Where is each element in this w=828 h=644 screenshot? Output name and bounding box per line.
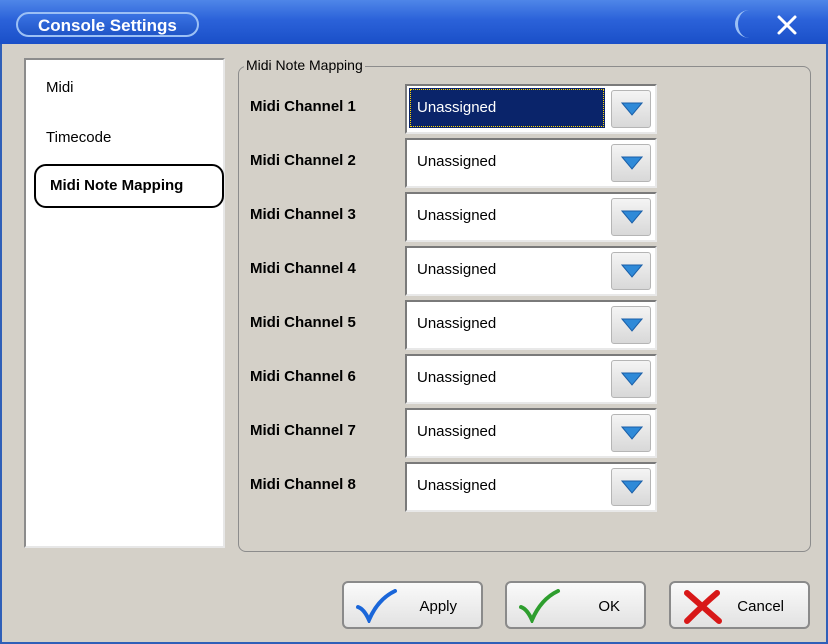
dropdown-button[interactable] [611, 468, 651, 506]
dropdown-value: Unassigned [417, 477, 497, 494]
sidebar-item-midi-note-mapping[interactable]: Midi Note Mapping [34, 164, 224, 208]
chevron-down-icon [621, 426, 643, 440]
dropdown-value: Unassigned [417, 423, 497, 440]
dropdown-button[interactable] [611, 306, 651, 344]
channel-label: Midi Channel 1 [250, 98, 356, 115]
title-bar: Console Settings [0, 0, 828, 44]
channel-2-dropdown[interactable]: Unassigned [405, 138, 657, 188]
channel-3-dropdown[interactable]: Unassigned [405, 192, 657, 242]
dropdown-button[interactable] [611, 360, 651, 398]
channel-label: Midi Channel 7 [250, 422, 356, 439]
channel-5-dropdown[interactable]: Unassigned [405, 300, 657, 350]
dropdown-value: Unassigned [417, 261, 497, 278]
ok-label: OK [598, 598, 620, 615]
chevron-down-icon [621, 318, 643, 332]
dropdown-button[interactable] [611, 90, 651, 128]
dropdown-button[interactable] [611, 414, 651, 452]
close-icon [777, 15, 797, 35]
apply-label: Apply [419, 598, 457, 615]
dropdown-value: Unassigned [417, 369, 497, 386]
checkmark-icon [356, 589, 397, 623]
chevron-down-icon [621, 210, 643, 224]
dropdown-button[interactable] [611, 252, 651, 290]
channel-label: Midi Channel 6 [250, 368, 356, 385]
channel-7-dropdown[interactable]: Unassigned [405, 408, 657, 458]
sidebar-item-timecode[interactable]: Timecode [34, 116, 224, 160]
cancel-button[interactable]: Cancel [669, 581, 810, 629]
channel-1-dropdown[interactable]: Unassigned [405, 84, 657, 134]
chevron-down-icon [621, 372, 643, 386]
console-settings-window: Console Settings Midi Timecode Midi Note… [0, 0, 828, 644]
dropdown-button[interactable] [611, 198, 651, 236]
window-title: Console Settings [16, 12, 199, 37]
apply-button[interactable]: Apply [342, 581, 483, 629]
dropdown-button[interactable] [611, 144, 651, 182]
channel-label: Midi Channel 4 [250, 260, 356, 277]
channel-8-dropdown[interactable]: Unassigned [405, 462, 657, 512]
dropdown-value: Unassigned [417, 315, 497, 332]
channel-label: Midi Channel 3 [250, 206, 356, 223]
chevron-down-icon [621, 480, 643, 494]
channel-4-dropdown[interactable]: Unassigned [405, 246, 657, 296]
sidebar-item-midi[interactable]: Midi [34, 66, 224, 110]
dropdown-value: Unassigned [417, 153, 497, 170]
x-icon [684, 590, 722, 624]
chevron-down-icon [621, 102, 643, 116]
channel-label: Midi Channel 5 [250, 314, 356, 331]
dropdown-value: Unassigned [417, 99, 497, 116]
channel-label: Midi Channel 8 [250, 476, 356, 493]
ok-button[interactable]: OK [505, 581, 646, 629]
channel-label: Midi Channel 2 [250, 152, 356, 169]
channel-6-dropdown[interactable]: Unassigned [405, 354, 657, 404]
chevron-down-icon [621, 156, 643, 170]
close-button[interactable] [735, 10, 818, 38]
sidebar: Midi Timecode Midi Note Mapping [24, 58, 225, 548]
dropdown-value: Unassigned [417, 207, 497, 224]
chevron-down-icon [621, 264, 643, 278]
group-title: Midi Note Mapping [244, 57, 365, 73]
cancel-label: Cancel [737, 598, 784, 615]
checkmark-icon [519, 589, 560, 623]
